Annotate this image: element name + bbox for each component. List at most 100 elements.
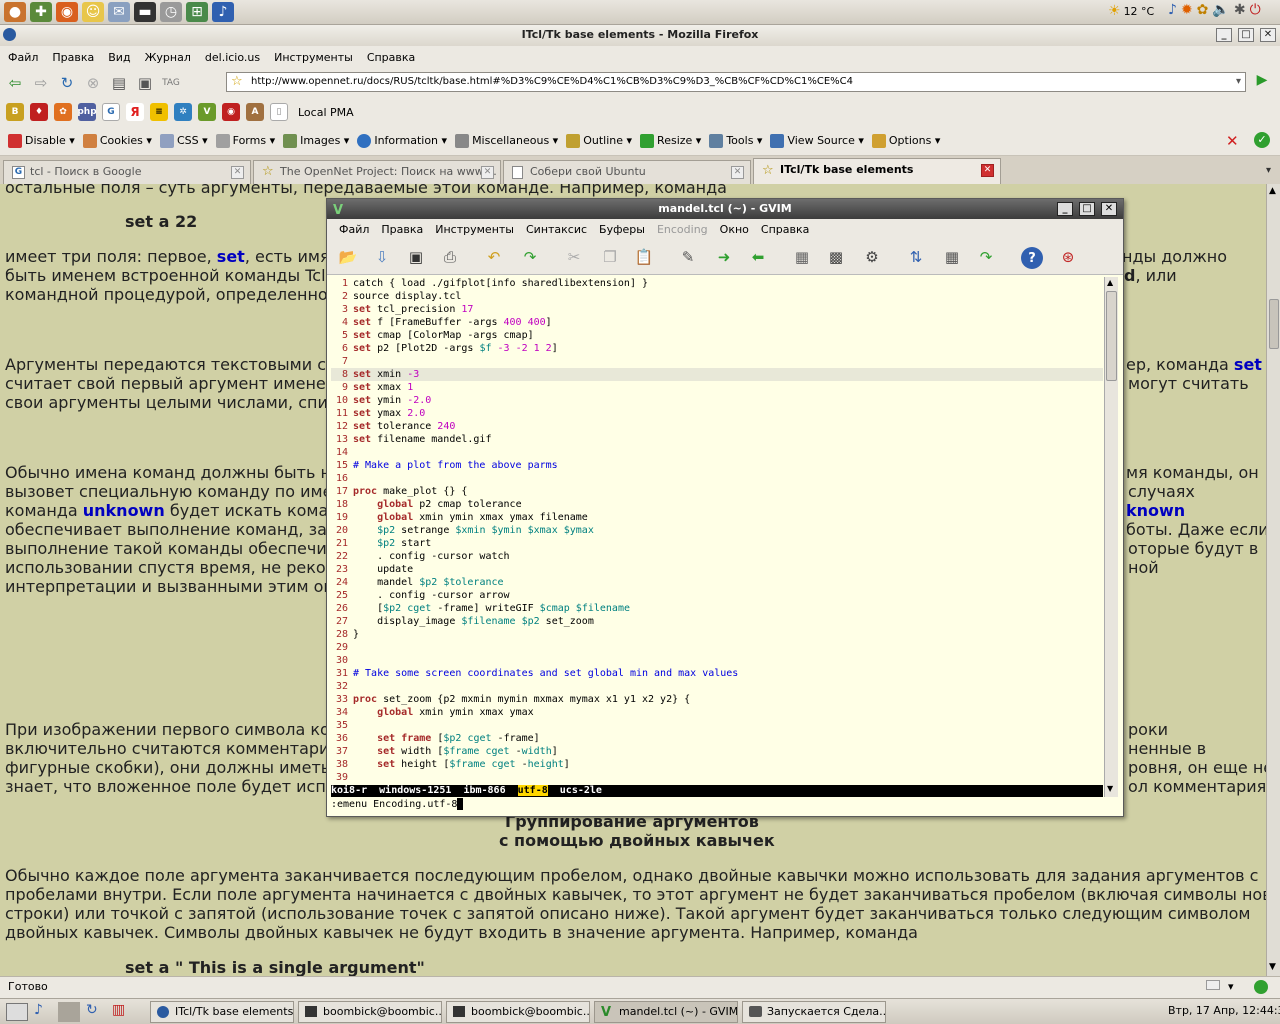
make-icon[interactable]: ⇅ bbox=[905, 247, 927, 267]
copy-icon[interactable]: ❐ bbox=[599, 247, 621, 267]
maximize-button[interactable]: □ bbox=[1238, 28, 1254, 42]
url-input[interactable]: ☆ http://www.opennet.ru/docs/RUS/tcltk/b… bbox=[226, 72, 1246, 92]
gvim-menu-syntax[interactable]: Синтаксис bbox=[526, 223, 587, 236]
wd-information[interactable]: Information ▾ bbox=[357, 133, 447, 148]
wd-cookies[interactable]: Cookies ▾ bbox=[82, 133, 152, 148]
tab-itcl-active[interactable]: ☆ ITcl/Tk base elements ✕ bbox=[753, 158, 1001, 184]
scroll-thumb[interactable] bbox=[1269, 299, 1279, 349]
task-gvim[interactable]: V mandel.tcl (~) - GVIM bbox=[594, 1001, 738, 1023]
task-screenshot[interactable]: Запускается Сдела... bbox=[742, 1001, 886, 1023]
run-script-icon[interactable]: ⚙ bbox=[861, 247, 883, 267]
mail-icon[interactable]: ✉ bbox=[108, 2, 130, 22]
update-icon[interactable]: ✹ bbox=[1181, 2, 1193, 18]
bookmark-star-icon[interactable]: ☆ bbox=[231, 73, 243, 91]
show-desktop-icon[interactable] bbox=[6, 1003, 28, 1021]
gvim-scroll-up-icon[interactable]: ▲ bbox=[1107, 278, 1113, 287]
help-icon[interactable]: ? bbox=[1021, 247, 1043, 269]
php-bookmark-icon[interactable]: php bbox=[77, 103, 97, 121]
music-icon[interactable]: ♪ bbox=[212, 2, 234, 22]
forward-icon[interactable]: ⇨ bbox=[30, 72, 52, 94]
gvim-scroll-down-icon[interactable]: ▼ bbox=[1107, 784, 1113, 793]
tag-icon[interactable]: TAG bbox=[160, 72, 182, 94]
google-bookmark-icon[interactable]: G bbox=[102, 103, 120, 121]
bookmark-local-pma[interactable]: Local PMA bbox=[298, 106, 354, 119]
volume-icon[interactable]: 🔈 bbox=[1212, 2, 1229, 18]
menu-history[interactable]: Журнал bbox=[145, 51, 191, 64]
paste-icon[interactable]: 📋 bbox=[633, 247, 655, 267]
open-icon[interactable]: 📂 bbox=[337, 247, 359, 267]
gvim-scrollbar[interactable]: ▲ ▼ bbox=[1104, 277, 1118, 797]
bookmark-10-icon[interactable]: ◉ bbox=[222, 103, 240, 121]
people-icon[interactable]: ☺ bbox=[82, 2, 104, 22]
wd-miscellaneous[interactable]: Miscellaneous ▾ bbox=[455, 133, 558, 148]
bookmark-1-icon[interactable]: B bbox=[6, 103, 24, 121]
gvim-scroll-thumb[interactable] bbox=[1106, 291, 1117, 381]
status-ok-icon[interactable] bbox=[1254, 980, 1268, 994]
yandex-bookmark-icon[interactable]: Я bbox=[126, 103, 144, 121]
task-terminal-1[interactable]: boombick@boombic... bbox=[298, 1001, 442, 1023]
wd-close-icon[interactable]: ✕ bbox=[1226, 132, 1239, 150]
scroll-up-icon[interactable]: ▲ bbox=[1269, 186, 1276, 196]
load-session-icon[interactable]: ▦ bbox=[791, 247, 813, 267]
scroll-down-icon[interactable]: ▼ bbox=[1269, 962, 1276, 972]
save-down-icon[interactable]: ⇩ bbox=[371, 247, 393, 267]
wd-outline[interactable]: Outline ▾ bbox=[566, 133, 632, 148]
status-dropdown-icon[interactable]: ▾ bbox=[1228, 977, 1234, 997]
go-icon[interactable]: ▶ bbox=[1252, 72, 1272, 92]
tab-ubuntu[interactable]: Собери свой Ubuntu ✕ bbox=[503, 160, 751, 184]
wd-view-source[interactable]: View Source ▾ bbox=[770, 133, 864, 148]
gvim-menu-tools[interactable]: Инструменты bbox=[435, 223, 514, 236]
wd-options[interactable]: Options ▾ bbox=[871, 133, 940, 148]
gvim-menu-buffers[interactable]: Буферы bbox=[599, 223, 645, 236]
shell-icon[interactable]: ▦ bbox=[941, 247, 963, 267]
firefox-launcher-icon[interactable]: ◉ bbox=[56, 2, 78, 22]
print-icon[interactable]: ⎙ bbox=[439, 247, 461, 267]
page-scrollbar[interactable]: ▲ ▼ bbox=[1266, 184, 1280, 976]
ubuntu-menu-icon[interactable]: ● bbox=[4, 2, 26, 22]
tools-icon[interactable]: ✚ bbox=[30, 2, 52, 22]
network-app-icon[interactable]: ⊞ bbox=[186, 2, 208, 22]
redo-icon[interactable]: ↷ bbox=[519, 247, 541, 267]
undo-icon[interactable]: ↶ bbox=[483, 247, 505, 267]
menu-view[interactable]: Вид bbox=[108, 51, 130, 64]
save-icon[interactable]: ▣ bbox=[405, 247, 427, 267]
back-icon[interactable]: ⇦ bbox=[4, 72, 26, 94]
bookmark-11-icon[interactable]: A bbox=[246, 103, 264, 121]
url-dropdown-icon[interactable]: ▾ bbox=[1236, 73, 1241, 91]
wd-disable[interactable]: Disable ▾ bbox=[8, 133, 75, 148]
tab-close-icon[interactable]: ✕ bbox=[981, 164, 994, 177]
user-applet-icon[interactable]: ✿ bbox=[1197, 2, 1209, 18]
beeline-bookmark-icon[interactable]: ≡ bbox=[150, 103, 168, 121]
clock-app-icon[interactable]: ◷ bbox=[160, 2, 182, 22]
trash-tray-icon[interactable]: ▥ bbox=[112, 1002, 125, 1018]
gvim-menu-file[interactable]: Файл bbox=[339, 223, 369, 236]
task-terminal-2[interactable]: boombick@boombic... bbox=[446, 1001, 590, 1023]
bookmark-9-icon[interactable]: V bbox=[198, 103, 216, 121]
menu-tools[interactable]: Инструменты bbox=[274, 51, 353, 64]
wd-images[interactable]: Images ▾ bbox=[283, 133, 349, 148]
menu-edit[interactable]: Правка bbox=[52, 51, 94, 64]
gvim-menu-edit[interactable]: Правка bbox=[381, 223, 423, 236]
command-line[interactable]: :emenu Encoding.utf-8 bbox=[331, 798, 1103, 812]
stop-icon[interactable]: ⊗ bbox=[82, 72, 104, 94]
find-help-icon[interactable]: ⊛ bbox=[1057, 247, 1079, 267]
bluetooth-icon[interactable]: ✱ bbox=[1234, 2, 1246, 18]
status-flag-icon[interactable] bbox=[1206, 980, 1220, 990]
task-firefox[interactable]: ITcl/Tk base elements ... bbox=[150, 1001, 294, 1023]
logout-icon[interactable]: ⏻ bbox=[1250, 2, 1261, 18]
reload-icon[interactable]: ↻ bbox=[56, 72, 78, 94]
gvim-minimize-button[interactable]: _ bbox=[1057, 202, 1073, 216]
gvim-maximize-button[interactable]: □ bbox=[1079, 202, 1095, 216]
menu-help[interactable]: Справка bbox=[367, 51, 415, 64]
gvim-menu-help[interactable]: Справка bbox=[761, 223, 809, 236]
music-applet-icon[interactable]: ♪ bbox=[1168, 2, 1177, 18]
bookmark-3-icon[interactable]: ✿ bbox=[54, 103, 72, 121]
save-session-icon[interactable]: ▩ bbox=[825, 247, 847, 267]
workspace-switcher[interactable] bbox=[58, 1002, 80, 1022]
tab-close-icon[interactable]: ✕ bbox=[231, 166, 244, 179]
find-prev-icon[interactable]: ⬅ bbox=[747, 247, 769, 267]
minimize-button[interactable]: _ bbox=[1216, 28, 1232, 42]
print-icon[interactable]: ▤ bbox=[108, 72, 130, 94]
gvim-menu-window[interactable]: Окно bbox=[720, 223, 749, 236]
bookmark-8-icon[interactable]: ✲ bbox=[174, 103, 192, 121]
